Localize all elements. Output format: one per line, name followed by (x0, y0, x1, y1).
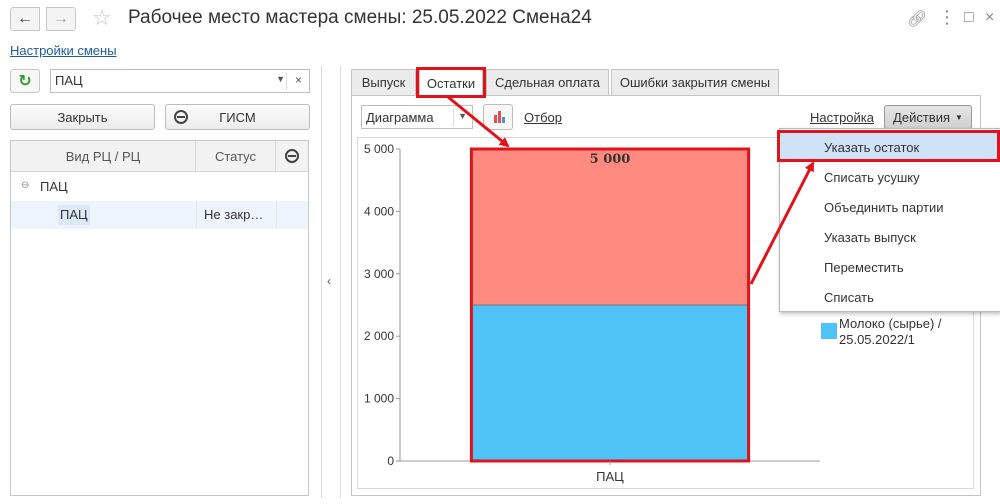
tree-group-row[interactable]: ⊖ ПАЦ (11, 173, 308, 201)
divider (276, 201, 277, 229)
window-title: Рабочее место мастера смены: 25.05.2022 … (128, 7, 592, 28)
legend-entry: Молоко (сырье) / 25.05.2022/1 (839, 316, 942, 347)
chart-settings-button[interactable] (483, 104, 513, 130)
arrow-left-icon: ← (17, 10, 33, 27)
maximize-icon[interactable]: □ (964, 9, 974, 27)
filter-input[interactable] (55, 73, 265, 88)
highlight-box-tab (416, 67, 486, 98)
refresh-button[interactable]: ↻ (10, 69, 40, 93)
column-header-gism[interactable] (276, 141, 308, 172)
dropdown-arrow-icon[interactable]: ▼ (458, 111, 467, 121)
view-mode-select[interactable]: Диаграмма ▼ (361, 105, 473, 129)
tree-header: Вид РЦ / РЦ Статус (11, 141, 308, 172)
view-mode-value: Диаграмма (366, 110, 434, 125)
favorite-star-icon[interactable]: ☆ (92, 5, 112, 31)
divider (453, 108, 454, 126)
panel-splitter[interactable]: ‹ (321, 66, 341, 498)
actions-button-label: Действия (893, 109, 951, 125)
chevron-down-icon: ▼ (955, 112, 963, 122)
group-name: ПАЦ (40, 179, 68, 194)
tab-output[interactable]: Выпуск (351, 69, 416, 95)
forward-button[interactable]: → (46, 7, 76, 31)
clear-icon[interactable]: × (295, 73, 302, 87)
close-shift-button[interactable]: Закрыть (10, 104, 155, 130)
work-center-tree[interactable]: Вид РЦ / РЦ Статус ⊖ ПАЦ ПАЦ Не закр… (10, 140, 309, 496)
close-window-icon[interactable]: × (985, 9, 994, 27)
more-menu-icon[interactable]: ⋮ (938, 7, 956, 28)
dropdown-arrow-icon[interactable]: ▼ (276, 74, 285, 84)
menu-item-move[interactable]: Переместить (780, 252, 1000, 282)
link-icon[interactable]: 🔗︎ (907, 9, 927, 29)
divider (196, 201, 197, 229)
table-row[interactable]: ПАЦ Не закр… (11, 201, 308, 229)
tab-shift-errors[interactable]: Ошибки закрытия смены (611, 69, 779, 95)
refresh-icon: ↻ (18, 73, 32, 90)
highlight-box-menu-item (777, 130, 1000, 162)
gism-icon (285, 149, 299, 163)
column-header-status[interactable]: Статус (196, 141, 276, 172)
filter-field[interactable]: ▼ × (50, 69, 310, 93)
row-status: Не закр… (204, 207, 264, 222)
menu-item-write-off[interactable]: Списать (780, 282, 1000, 312)
arrow-right-icon: → (53, 10, 69, 27)
legend-swatch (821, 323, 837, 339)
collapse-icon[interactable]: ⊖ (21, 180, 29, 191)
gism-button-label: ГИСМ (219, 109, 256, 125)
tab-piecework[interactable]: Сдельная оплата (486, 69, 609, 95)
menu-item-write-off-shrinkage[interactable]: Списать усушку (780, 162, 1000, 192)
actions-button[interactable]: Действия ▼ (884, 105, 972, 129)
settings-link[interactable]: Настройка (810, 110, 874, 125)
column-header-work-center[interactable]: Вид РЦ / РЦ (11, 141, 196, 172)
divider (286, 72, 287, 90)
shift-settings-link[interactable]: Настройки смены (10, 43, 117, 58)
menu-item-merge-batches[interactable]: Объединить партии (780, 192, 1000, 222)
row-name: ПАЦ (58, 205, 90, 225)
chevron-left-icon[interactable]: ‹ (327, 274, 331, 288)
filter-link[interactable]: Отбор (524, 110, 562, 125)
gism-button[interactable]: ГИСМ (165, 104, 310, 130)
menu-item-set-output[interactable]: Указать выпуск (780, 222, 1000, 252)
back-button[interactable]: ← (10, 7, 40, 31)
gism-icon (174, 110, 188, 124)
